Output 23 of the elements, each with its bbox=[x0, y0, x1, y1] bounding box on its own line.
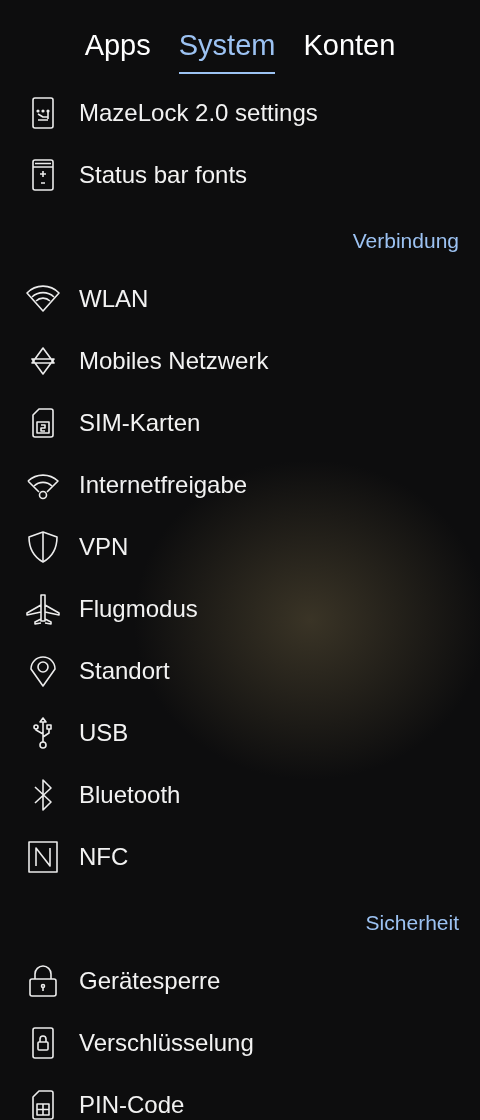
tab[interactable]: Apps bbox=[84, 22, 151, 74]
settings-item[interactable]: WLAN bbox=[0, 268, 480, 330]
settings-item[interactable]: PIN-Code bbox=[0, 1074, 480, 1120]
settings-item[interactable]: VPN bbox=[0, 516, 480, 578]
settings-item[interactable]: Status bar fonts bbox=[0, 144, 480, 206]
settings-item[interactable]: Bluetooth bbox=[0, 764, 480, 826]
settings-item[interactable]: Mobiles Netzwerk bbox=[0, 330, 480, 392]
section-header: Sicherheit bbox=[365, 910, 459, 937]
settings-item[interactable]: Internetfreigabe bbox=[0, 454, 480, 516]
settings-item[interactable]: NFC bbox=[0, 826, 480, 888]
shield-icon bbox=[25, 529, 61, 565]
settings-item[interactable]: MazeLock 2.0 settings bbox=[0, 82, 480, 144]
tab[interactable]: Konten bbox=[303, 22, 396, 74]
settings-item[interactable]: Flugmodus bbox=[0, 578, 480, 640]
settings-item[interactable]: Gerätesperre bbox=[0, 950, 480, 1012]
settings-item[interactable]: Verschlüsselung bbox=[0, 1012, 480, 1074]
airplane-icon bbox=[25, 591, 61, 627]
section-header: Verbindung bbox=[352, 228, 459, 255]
settings-item[interactable]: SIM-Karten bbox=[0, 392, 480, 454]
nfc-icon bbox=[25, 839, 61, 875]
tab[interactable]: System bbox=[178, 22, 276, 74]
settings-item[interactable]: USB bbox=[0, 702, 480, 764]
settings-item[interactable]: Standort bbox=[0, 640, 480, 702]
